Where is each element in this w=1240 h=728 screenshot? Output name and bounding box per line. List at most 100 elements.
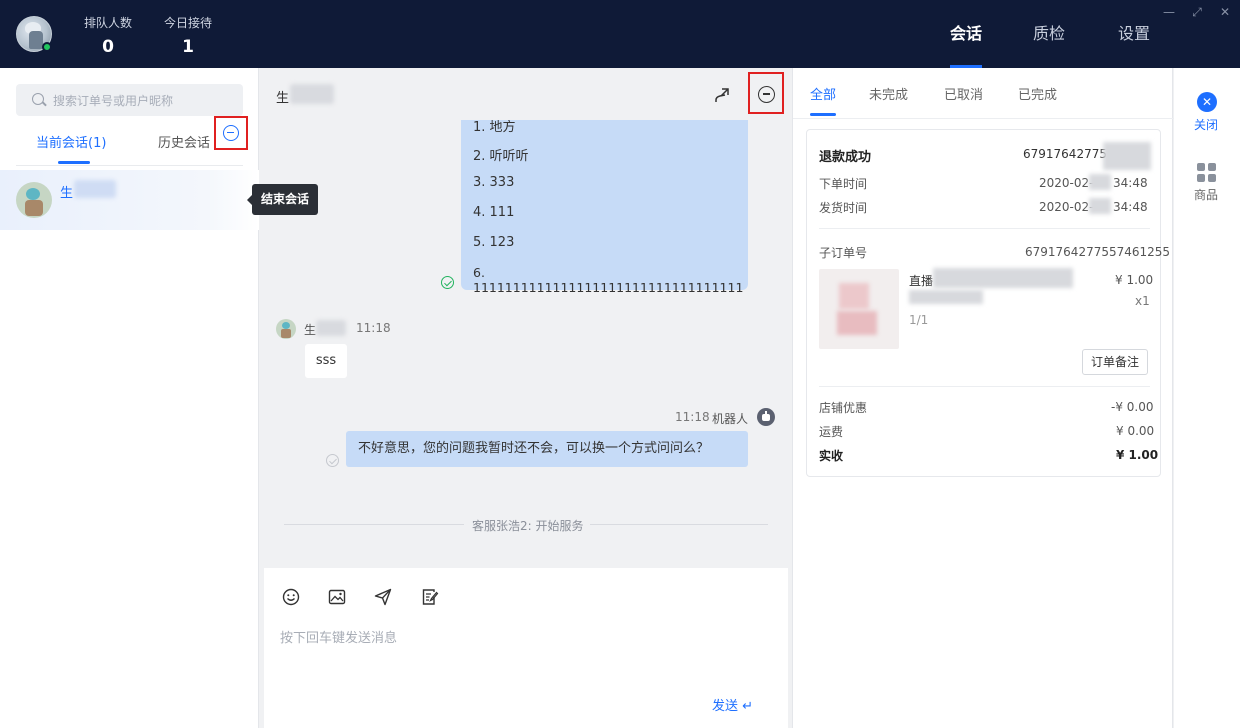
online-status-dot: [42, 42, 52, 52]
shop-discount-label: 店铺优惠: [819, 401, 868, 415]
agent-list-message: 1. 地方 2. 听听听 3. 333 4. 111 5. 123 6. 111…: [461, 108, 748, 295]
session-customer-name: 生: [60, 186, 74, 201]
list-line: 3. 333: [473, 175, 515, 190]
blurred-product-title: [909, 290, 983, 304]
blurred-order-id: [1103, 142, 1151, 170]
order-tab-cancelled[interactable]: 已取消: [944, 84, 983, 103]
system-message: 客服张浩2: 开始服务: [472, 519, 584, 533]
order-tab-completed[interactable]: 已完成: [1018, 84, 1057, 103]
customer-message: sss: [305, 344, 347, 378]
transfer-icon[interactable]: [712, 85, 732, 105]
today-received-value: 1: [182, 37, 194, 57]
list-line: 5. 123: [473, 235, 515, 250]
bot-name: 机器人: [712, 412, 749, 426]
sub-order-label: 子订单号: [819, 246, 868, 260]
chat-customer-name: 生: [276, 91, 290, 106]
tab-current-sessions[interactable]: 当前会话(1): [36, 132, 106, 164]
list-line: 4. 111: [473, 205, 515, 220]
product-page-indicator: 1/1: [909, 313, 929, 327]
goods-grid-icon[interactable]: [1197, 163, 1216, 182]
shipping-fee-value: ¥ 0.00: [1116, 424, 1155, 438]
end-session-icon: [223, 125, 239, 141]
paid-amount-value: ¥ 1.00: [1116, 448, 1159, 462]
bot-message: 不好意思，您的问题我暂时还不会，可以换一个方式问问么？: [346, 431, 748, 467]
ship-time-label: 发货时间: [819, 201, 868, 215]
customer-message-time: 11:18: [356, 321, 391, 335]
queue-count-stat: 排队人数 0: [82, 14, 134, 57]
send-button[interactable]: 发送 ↵: [712, 695, 753, 714]
order-card[interactable]: 退款成功 679176427755 下单时间 2020-02- 34:48 发货…: [806, 129, 1170, 477]
tab-divider: [16, 165, 243, 166]
maximize-icon[interactable]: ⤢: [1190, 5, 1204, 20]
sub-order-id: 6791764277557461255: [1025, 245, 1171, 259]
queue-count-label: 排队人数: [83, 16, 132, 30]
paid-amount-label: 实收: [819, 449, 844, 463]
send-plane-icon[interactable]: [374, 588, 392, 606]
blurred-name: [316, 320, 346, 336]
order-id: 679176427755: [1023, 147, 1115, 161]
blurred-time: [1089, 174, 1111, 190]
customer-avatar: [276, 319, 296, 339]
nav-conversation[interactable]: 会话: [950, 0, 983, 68]
chat-header: 生: [260, 68, 792, 120]
robot-icon: [757, 408, 775, 426]
image-icon[interactable]: [328, 588, 346, 606]
minimize-icon[interactable]: —: [1162, 5, 1176, 19]
customer-avatar: [16, 182, 52, 218]
queue-count-value: 0: [102, 37, 114, 57]
tab-divider: [793, 118, 1174, 119]
read-check-icon: [441, 276, 454, 289]
shipping-fee-label: 运费: [819, 425, 844, 439]
nav-settings[interactable]: 设置: [1118, 0, 1150, 68]
ship-time-clock: 34:48: [1113, 200, 1148, 214]
order-time-date: 2020-02-: [1039, 176, 1094, 190]
end-session-button[interactable]: [748, 72, 784, 114]
ship-time-date: 2020-02-: [1039, 200, 1094, 214]
order-tab-incomplete[interactable]: 未完成: [869, 84, 908, 103]
top-bar: 排队人数 0 今日接待 1 会话 质检 设置 — ⤢ ✕: [0, 0, 1240, 68]
chat-panel: 1. 地方 2. 听听听 3. 333 4. 111 5. 123 6. 111…: [260, 68, 792, 728]
close-window-icon[interactable]: ✕: [1218, 5, 1232, 19]
blurred-name: [290, 84, 334, 104]
close-panel-label[interactable]: 关闭: [1194, 116, 1218, 133]
right-sidebar: ✕ 关闭 商品: [1174, 68, 1240, 728]
divider: [819, 386, 1150, 387]
search-input[interactable]: 搜索订单号或用户昵称: [16, 84, 243, 116]
order-remark-button[interactable]: 订单备注: [1082, 349, 1148, 375]
order-time-clock: 34:48: [1113, 176, 1148, 190]
blurred-time: [1089, 198, 1111, 214]
blurred-name: [74, 180, 116, 198]
close-panel-icon[interactable]: ✕: [1197, 92, 1217, 112]
end-session-tooltip: 结束会话: [246, 184, 319, 215]
end-session-icon: [758, 86, 775, 103]
session-list-panel: 搜索订单号或用户昵称 当前会话(1) 历史会话 生: [0, 68, 259, 728]
bot-message-time: 11:18: [675, 410, 710, 424]
tab-history-sessions[interactable]: 历史会话: [158, 132, 210, 151]
product-quantity: x1: [1135, 294, 1150, 308]
list-line: 6. 1111111111111111111111111111111111: [473, 265, 744, 295]
end-session-button-small[interactable]: [214, 116, 248, 150]
order-time-label: 下单时间: [819, 177, 868, 191]
search-icon: [32, 93, 44, 105]
order-status: 退款成功: [819, 150, 872, 165]
product-price: ¥ 1.00: [1115, 273, 1154, 287]
today-received-label: 今日接待: [163, 16, 212, 30]
emoji-icon[interactable]: [282, 588, 300, 606]
divider: [590, 524, 768, 525]
today-received-stat: 今日接待 1: [162, 14, 214, 57]
customer-name: 生: [304, 323, 317, 337]
session-list-item[interactable]: 生: [0, 170, 259, 230]
blurred-product-title: [933, 268, 1073, 288]
product-image[interactable]: [819, 269, 899, 349]
search-placeholder: 搜索订单号或用户昵称: [53, 94, 174, 108]
unread-check-icon: [326, 454, 339, 467]
goods-label[interactable]: 商品: [1194, 186, 1218, 203]
order-tab-all[interactable]: 全部: [810, 84, 837, 116]
nav-quality-check[interactable]: 质检: [1033, 0, 1065, 68]
edit-note-icon[interactable]: [421, 588, 439, 606]
divider: [284, 524, 464, 525]
list-line: 2. 听听听: [473, 149, 529, 164]
shop-discount-value: -¥ 0.00: [1111, 400, 1154, 414]
message-composer[interactable]: 按下回车键发送消息 发送 ↵: [264, 568, 788, 728]
product-title: 直播: [909, 274, 934, 288]
